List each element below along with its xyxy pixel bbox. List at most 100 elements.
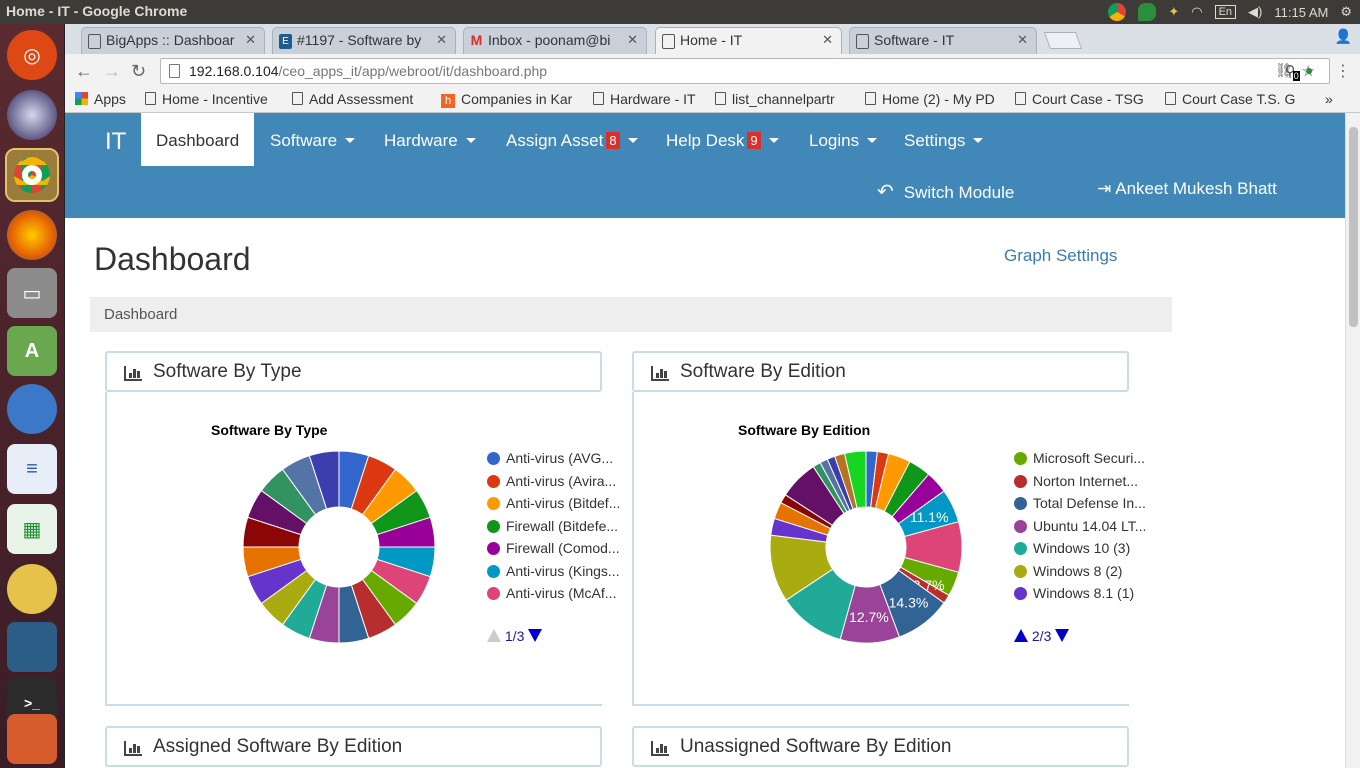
panel-heading: Software By Edition [632,351,1129,392]
bookmark-companies[interactable]: h Companies in Kar [441,91,577,108]
legend-label: Windows 8.1 (1) [1033,585,1135,601]
back-icon[interactable]: ← [75,61,93,82]
ubuntu-launcher: ◎ ▭ A ≡ ▦ >_ [0,24,65,768]
legend-item[interactable]: Norton Internet... [1014,473,1146,496]
tab-software-by[interactable]: E #1197 - Software by ✕ [272,27,456,54]
legend-item[interactable]: Windows 10 (3) [1014,540,1146,563]
legend-item[interactable]: Firewall (Comod... [487,540,620,563]
android-studio-icon[interactable]: A [7,326,57,376]
caret-down-icon [867,138,878,143]
bookmark-court-case-ts[interactable]: Court Case T.S. G [1165,91,1301,107]
app-navbar: IT Dashboard Software Hardware Assign As… [65,113,1345,218]
pager-down-icon[interactable] [1055,629,1070,642]
graph-settings-link[interactable]: Graph Settings [1004,246,1117,266]
nav-software[interactable]: Software [270,131,356,151]
nav-logins[interactable]: Logins [809,131,878,151]
nav-label: Assign Asset [506,131,604,150]
bookmark-hardware-it[interactable]: Hardware - IT [593,91,696,107]
bookmark-label: Hardware - IT [610,91,696,107]
forward-icon[interactable]: → [103,61,121,82]
chrome-tray-icon[interactable] [1108,3,1127,21]
legend-label: Ubuntu 14.04 LT... [1033,517,1147,534]
user-menu[interactable]: ⇥ Ankeet Mukesh Bhatt [1097,179,1277,199]
legend-item[interactable]: Ubuntu 14.04 LT... [1014,518,1146,541]
scrollbar-thumb[interactable] [1349,127,1358,327]
mysql-workbench-icon[interactable] [7,622,57,672]
tab-home-it[interactable]: Home - IT ✕ [655,27,842,54]
bookmark-add-assessment[interactable]: Add Assessment [292,91,424,107]
bee-tray-icon[interactable]: ✦ [1168,4,1179,20]
legend-item[interactable]: Anti-virus (AVG... [487,450,620,473]
pager-up-icon[interactable] [1014,629,1028,642]
nav-assign-asset[interactable]: Assign Asset 8 [506,131,638,151]
extension-link-icon[interactable]: ⛓0 [1275,62,1300,81]
ubuntu-dash-icon[interactable]: ◎ [7,30,57,80]
profile-icon[interactable]: 👤 [1335,28,1352,45]
keyboard-indicator[interactable]: En [1214,5,1237,19]
count-badge: 9 [747,132,761,149]
tab-inbox[interactable]: M Inbox - poonam@bi ✕ [463,27,647,54]
files-icon[interactable]: ▭ [7,268,57,318]
pager-up-icon[interactable] [487,629,501,642]
legend-item[interactable]: Anti-virus (Avira... [487,473,620,496]
settings-gear-icon[interactable]: ⚙ [1340,4,1352,20]
tab-software-it[interactable]: Software - IT ✕ [849,27,1037,54]
bookmark-apps[interactable]: Apps [75,91,126,107]
hangouts-tray-icon[interactable] [1138,3,1157,21]
menu-icon[interactable]: ⋮ [1335,61,1351,81]
writer-icon[interactable]: ≡ [7,444,57,494]
legend-item[interactable]: Windows 8 (2) [1014,563,1146,586]
switch-module-link[interactable]: ↶ Switch Module [877,179,1014,204]
nav-hardware[interactable]: Hardware [384,131,476,151]
nav-help-desk[interactable]: Help Desk 9 [666,131,779,151]
legend-item[interactable]: Anti-virus (Kings... [487,563,620,586]
address-bar[interactable]: 192.168.0.104/ceo_apps_it/app/webroot/it… [160,58,1330,84]
bookmark-court-case-tsg[interactable]: Court Case - TSG [1015,91,1151,107]
legend-item[interactable]: Windows 8.1 (1) [1014,585,1146,608]
legend-item[interactable]: Anti-virus (McAf... [487,585,620,608]
calc-icon[interactable]: ▦ [7,504,57,554]
caret-down-icon [973,138,984,143]
page-info-icon[interactable] [169,64,180,78]
hangouts-extension-icon[interactable]: ● [1305,62,1313,78]
eclipse-icon[interactable] [7,90,57,140]
close-icon[interactable]: ✕ [627,32,638,48]
pager-text: 2/3 [1031,628,1052,644]
legend-swatch [487,564,500,578]
fish-app-icon[interactable] [7,384,57,434]
reload-icon[interactable]: ↻ [131,61,146,82]
legend-item[interactable]: Microsoft Securi... [1014,450,1146,473]
nav-settings[interactable]: Settings [904,131,984,151]
pager-down-icon[interactable] [528,629,543,642]
url-host: 192.168.0.104 [189,63,279,79]
wifi-icon[interactable]: ◠ [1191,4,1202,20]
breadcrumb-item[interactable]: Dashboard [104,306,177,323]
close-icon[interactable]: ✕ [436,32,447,48]
close-icon[interactable]: ✕ [822,32,833,48]
firefox-icon[interactable] [7,210,57,260]
bee-app-icon[interactable] [7,564,57,614]
page-scrollbar[interactable] [1345,113,1360,768]
volume-icon[interactable]: ◀) [1248,4,1262,20]
close-icon[interactable]: ✕ [1017,32,1028,48]
chrome-launcher-icon[interactable] [5,148,59,202]
legend-item[interactable]: Total Defense In... [1014,495,1146,518]
bookmarks-overflow-icon[interactable]: » [1325,91,1333,107]
software-updater-icon[interactable] [7,714,57,764]
legend-item[interactable]: Firewall (Bitdefe... [487,518,620,541]
legend-item[interactable]: Anti-virus (Bitdef... [487,495,620,518]
tab-bigapps[interactable]: BigApps :: Dashboar ✕ [81,27,265,54]
legend-swatch [1014,452,1027,465]
clock[interactable]: 11:15 AM [1274,5,1328,20]
bookmark-home-incentive[interactable]: Home - Incentive [145,91,268,107]
bookmark-list-channelpartner[interactable]: list_channelpartr [715,91,851,107]
legend-swatch [1014,519,1027,533]
new-tab-button[interactable] [1043,32,1083,49]
bookmark-home-2[interactable]: Home (2) - My PD [865,91,1001,107]
nav-dashboard[interactable]: Dashboard [141,113,255,166]
h-icon: h [441,94,455,108]
brand[interactable]: IT [105,128,126,156]
legend-swatch [1014,564,1027,578]
close-icon[interactable]: ✕ [245,32,256,48]
legend-swatch [1014,587,1027,600]
